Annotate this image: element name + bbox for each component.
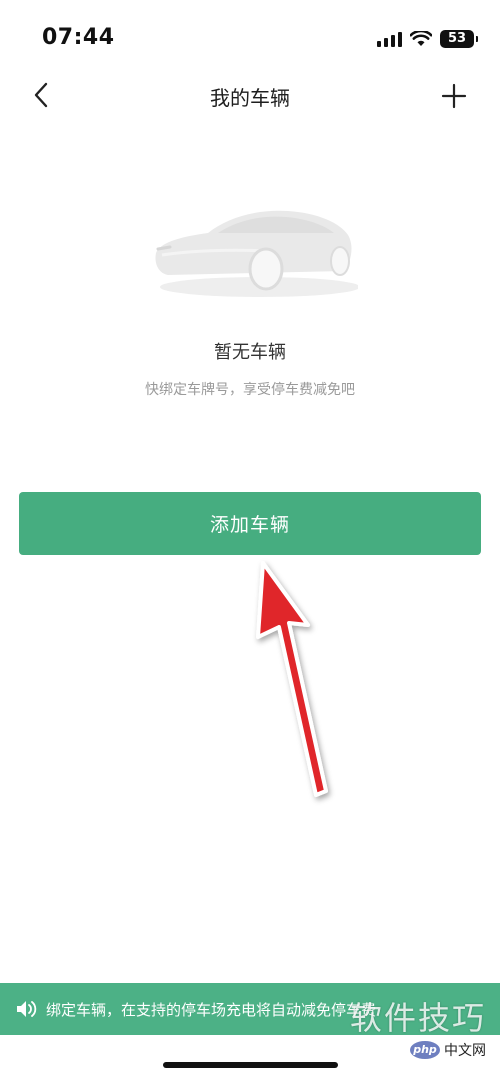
status-time: 07:44 — [42, 25, 115, 50]
watermark-logo: php 中文网 — [410, 1040, 486, 1060]
status-icons: 53 — [377, 29, 478, 49]
red-arrow-annotation-icon — [256, 561, 328, 797]
car-illustration — [155, 210, 358, 297]
add-vehicle-icon-button[interactable] — [438, 80, 470, 112]
home-indicator[interactable] — [163, 1062, 338, 1068]
battery-icon: 53 — [440, 30, 478, 48]
empty-state-title: 暂无车辆 — [214, 342, 286, 363]
status-bar: 07:44 53 — [0, 0, 500, 74]
cellular-signal-icon — [377, 31, 402, 47]
notice-text: 绑定车辆，在支持的停车场充电将自动减免停车费 — [46, 1000, 377, 1019]
watermark-text: 软件技巧 — [349, 999, 486, 1037]
wifi-icon — [410, 31, 432, 46]
plus-icon — [441, 83, 467, 109]
my-vehicles-screen: 07:44 53 我的车辆 暂无车辆 快绑定车牌号，享受停车费减免吧 添加车辆 … — [0, 0, 500, 1083]
page-title: 我的车辆 — [210, 86, 290, 110]
add-vehicle-button[interactable]: 添加车辆 — [19, 492, 481, 555]
navigation-bar: 我的车辆 — [0, 74, 500, 120]
watermark-site: 中文网 — [444, 1043, 486, 1059]
empty-state-subtitle: 快绑定车牌号，享受停车费减免吧 — [145, 382, 355, 398]
php-logo: php — [410, 1041, 440, 1059]
speaker-icon — [16, 999, 38, 1019]
